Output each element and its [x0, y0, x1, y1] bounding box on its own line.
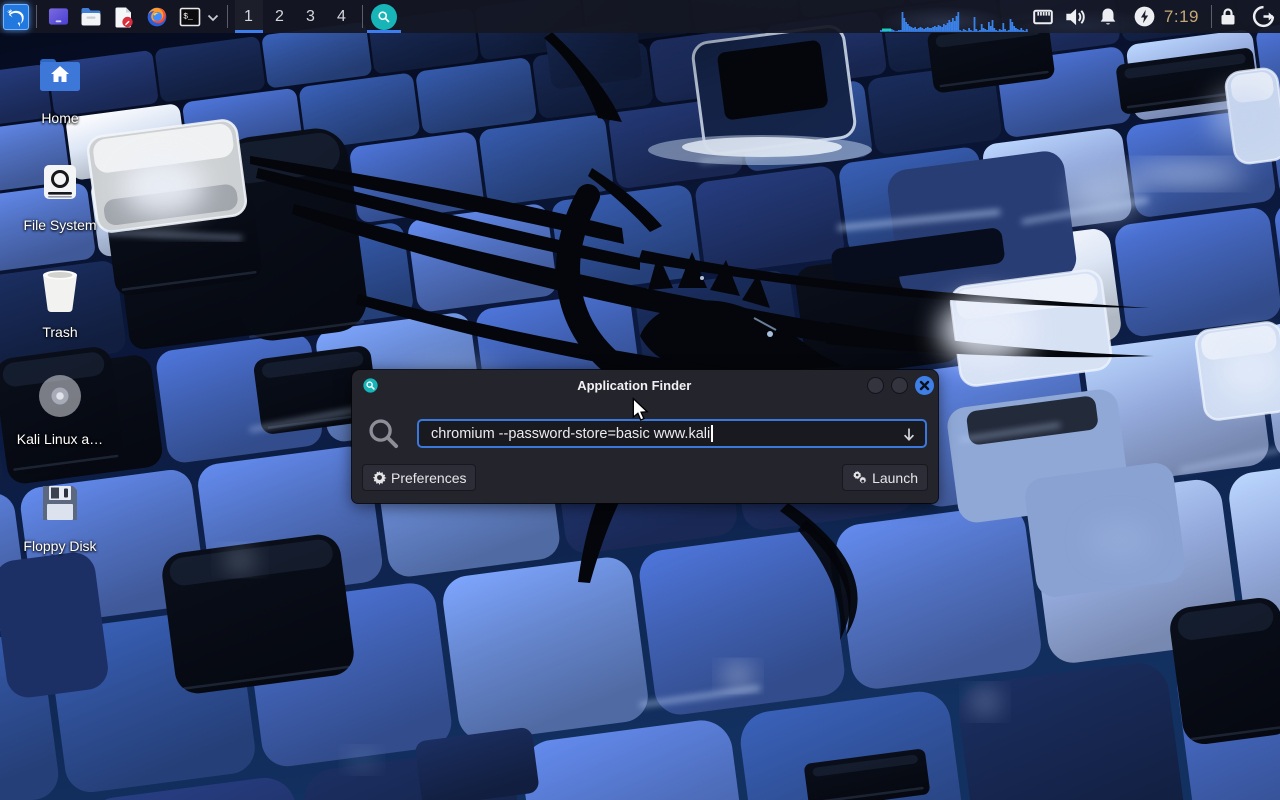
svg-text:$_: $_	[183, 12, 193, 21]
